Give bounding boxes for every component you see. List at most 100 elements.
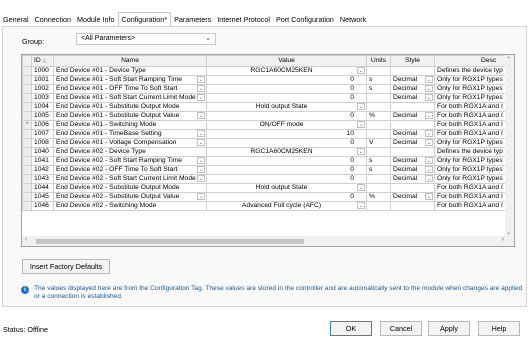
- table-row[interactable]: 1043 End Device #02 - Soft Start Current …: [22, 174, 514, 184]
- chevron-down-icon[interactable]: ⌄: [425, 112, 433, 119]
- param-style[interactable]: Decimal ⌄: [390, 165, 435, 175]
- table-row[interactable]: 1002 End Device #01 - OFF Time To Soft St…: [22, 84, 514, 94]
- row-selector[interactable]: [22, 201, 32, 211]
- chevron-down-icon[interactable]: ⌄: [425, 193, 433, 200]
- tab-port-configuration[interactable]: Port Configuration: [273, 13, 337, 26]
- param-style[interactable]: Decimal ⌄: [390, 174, 435, 184]
- param-value[interactable]: 0: [206, 138, 367, 148]
- param-value[interactable]: 0: [206, 174, 367, 184]
- chevron-down-icon[interactable]: ⌄: [357, 121, 365, 128]
- param-value[interactable]: Hold output State ⌄: [206, 102, 367, 112]
- param-value[interactable]: 0: [206, 192, 367, 202]
- row-selector[interactable]: [22, 129, 32, 139]
- param-style[interactable]: [390, 120, 435, 130]
- scroll-left-icon[interactable]: ‹: [25, 236, 27, 243]
- param-style[interactable]: [390, 147, 435, 157]
- table-row[interactable]: 1005 End Device #01 - Substitute Output V…: [22, 111, 514, 121]
- insert-factory-defaults-button[interactable]: Insert Factory Defaults: [22, 259, 110, 274]
- param-style[interactable]: Decimal ⌄: [390, 93, 435, 103]
- apply-button[interactable]: Apply: [428, 321, 470, 336]
- column-header-id[interactable]: ID △: [31, 55, 54, 67]
- horizontal-scrollbar[interactable]: ‹ ›: [22, 236, 514, 246]
- param-style[interactable]: [390, 201, 435, 211]
- chevron-down-icon[interactable]: ⌄: [357, 103, 365, 110]
- column-header-description[interactable]: Desc: [434, 55, 514, 67]
- table-row[interactable]: 1003 End Device #01 - Soft Start Current …: [22, 93, 514, 103]
- chevron-down-icon[interactable]: ⌄: [197, 139, 205, 146]
- row-selector[interactable]: [22, 66, 32, 76]
- chevron-down-icon[interactable]: ⌄: [425, 157, 433, 164]
- tab-connection[interactable]: Connection: [32, 13, 74, 26]
- chevron-down-icon[interactable]: ⌄: [197, 193, 205, 200]
- row-selector[interactable]: [22, 183, 32, 193]
- tab-parameters[interactable]: Parameters: [171, 13, 214, 26]
- column-header-style[interactable]: Style: [390, 55, 435, 67]
- chevron-down-icon[interactable]: ⌄: [425, 76, 433, 83]
- param-style[interactable]: Decimal ⌄: [390, 129, 435, 139]
- param-style[interactable]: [390, 102, 435, 112]
- param-style[interactable]: Decimal ⌄: [390, 156, 435, 166]
- row-selector[interactable]: [22, 192, 32, 202]
- param-value[interactable]: 0: [206, 165, 367, 175]
- param-value[interactable]: 0: [206, 156, 367, 166]
- chevron-down-icon[interactable]: ⌄: [425, 94, 433, 101]
- chevron-down-icon[interactable]: ⌄: [357, 202, 365, 209]
- chevron-down-icon[interactable]: ⌄: [197, 112, 205, 119]
- chevron-down-icon[interactable]: ⌄: [197, 175, 205, 182]
- group-select[interactable]: <All Parameters> ⌄: [76, 33, 216, 45]
- param-style[interactable]: Decimal ⌄: [390, 84, 435, 94]
- chevron-down-icon[interactable]: ⌄: [425, 175, 433, 182]
- scroll-right-icon[interactable]: ›: [502, 236, 504, 243]
- param-value[interactable]: RGC1A60CM25KEN ⌄: [206, 147, 367, 157]
- chevron-down-icon[interactable]: ⌄: [197, 85, 205, 92]
- table-row[interactable]: 1042 End Device #02 - OFF Time To Soft St…: [22, 165, 514, 175]
- tab-general[interactable]: General: [0, 13, 32, 26]
- vertical-scrollbar[interactable]: ⌃ ⌄: [505, 55, 514, 237]
- param-style[interactable]: [390, 183, 435, 193]
- row-selector[interactable]: [22, 102, 32, 112]
- chevron-down-icon[interactable]: ⌄: [197, 130, 205, 137]
- row-selector[interactable]: [22, 156, 32, 166]
- table-row[interactable]: 1001 End Device #01 - Soft Start Ramping …: [22, 75, 514, 85]
- table-row[interactable]: * 1006 End Device #01 - Switching Mode ON/O…: [22, 120, 514, 130]
- help-button[interactable]: Help: [478, 321, 520, 336]
- column-header-value[interactable]: Value: [206, 55, 367, 67]
- chevron-down-icon[interactable]: ⌄: [357, 67, 365, 74]
- table-row[interactable]: 1007 End Device #01 - TimeBase Setting ⌄ 10…: [22, 129, 514, 139]
- chevron-down-icon[interactable]: ⌄: [357, 148, 365, 155]
- row-selector[interactable]: [22, 111, 32, 121]
- chevron-down-icon[interactable]: ⌄: [425, 85, 433, 92]
- row-selector[interactable]: [22, 147, 32, 157]
- chevron-down-icon[interactable]: ⌄: [197, 76, 205, 83]
- table-row[interactable]: 1008 End Device #01 - Voltage Compensatio…: [22, 138, 514, 148]
- chevron-down-icon[interactable]: ⌄: [425, 139, 433, 146]
- ok-button[interactable]: OK: [330, 321, 372, 336]
- chevron-down-icon[interactable]: ⌄: [357, 184, 365, 191]
- param-style[interactable]: [390, 66, 435, 76]
- scroll-down-icon[interactable]: ⌄: [506, 229, 511, 236]
- chevron-down-icon[interactable]: ⌄: [197, 157, 205, 164]
- tab-configuration[interactable]: Configuration*: [117, 12, 172, 26]
- parameter-grid[interactable]: ID △ Name Value Units Style Desc 1000 End…: [21, 54, 515, 247]
- chevron-down-icon[interactable]: ⌄: [425, 166, 433, 173]
- row-selector[interactable]: [22, 165, 32, 175]
- column-header-name[interactable]: Name: [53, 55, 207, 67]
- chevron-down-icon[interactable]: ⌄: [425, 130, 433, 137]
- param-value[interactable]: 0: [206, 75, 367, 85]
- param-style[interactable]: Decimal ⌄: [390, 75, 435, 85]
- param-value[interactable]: Hold output State ⌄: [206, 183, 367, 193]
- tab-network[interactable]: Network: [337, 13, 369, 26]
- table-row[interactable]: 1045 End Device #02 - Substitute Output V…: [22, 192, 514, 202]
- table-row[interactable]: 1044 End Device #02 - Substitute Output M…: [22, 183, 514, 193]
- param-style[interactable]: Decimal ⌄: [390, 111, 435, 121]
- chevron-down-icon[interactable]: ⌄: [197, 94, 205, 101]
- horizontal-scroll-thumb[interactable]: [36, 239, 304, 244]
- param-value[interactable]: 0: [206, 93, 367, 103]
- row-selector[interactable]: *: [22, 120, 32, 130]
- row-selector[interactable]: [22, 174, 32, 184]
- chevron-down-icon[interactable]: ⌄: [197, 166, 205, 173]
- row-selector[interactable]: [22, 93, 32, 103]
- row-selector[interactable]: [22, 75, 32, 85]
- param-style[interactable]: Decimal ⌄: [390, 138, 435, 148]
- param-value[interactable]: ON/OFF mode ⌄: [206, 120, 367, 130]
